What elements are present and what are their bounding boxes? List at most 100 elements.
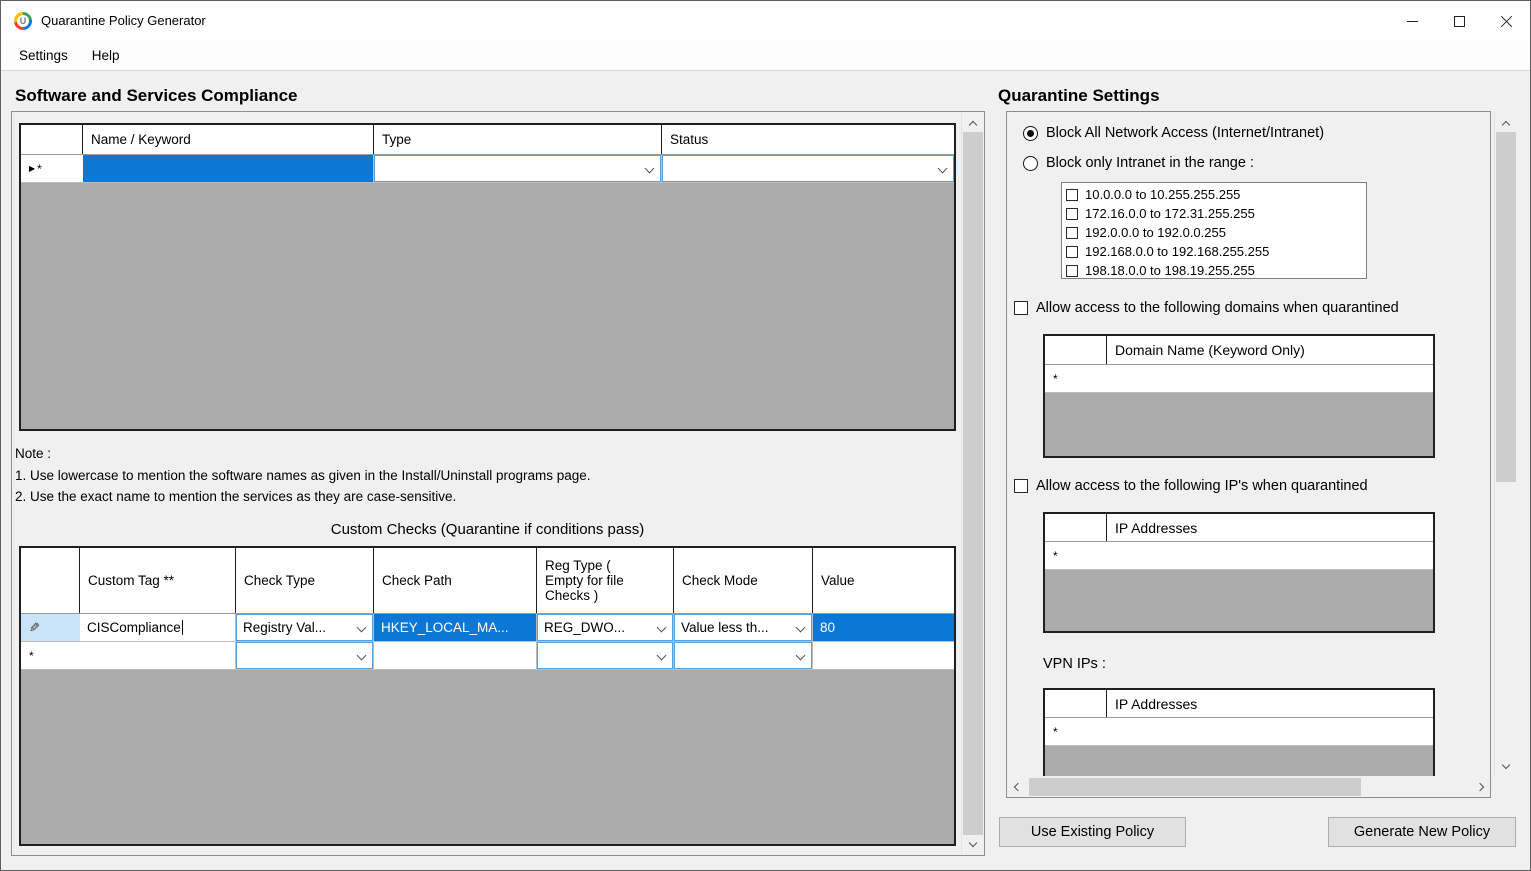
check-type-dropdown-empty[interactable] [236,642,373,669]
use-existing-policy-button[interactable]: Use Existing Policy [999,817,1186,847]
menu-help[interactable]: Help [80,41,132,70]
software-grid-header-name[interactable]: Name / Keyword [83,125,374,154]
check-type-cell-empty [236,642,374,669]
allow-ips-checkbox[interactable]: Allow access to the following IP's when … [1014,478,1368,494]
custom-grid-header-check-type[interactable]: Check Type [236,548,374,613]
custom-grid-header-value[interactable]: Value [813,548,954,613]
software-grid-header-type[interactable]: Type [374,125,662,154]
domain-grid-header[interactable]: Domain Name (Keyword Only) [1107,336,1433,364]
custom-grid-header-row: Custom Tag ** Check Type Check Path Reg … [21,548,954,614]
checkbox-icon [1066,245,1078,258]
domain-grid-new-row: * [1045,365,1433,393]
chevron-down-icon [656,650,667,661]
left-scrollbar-thumb[interactable] [963,132,983,835]
domain-grid-row-header[interactable]: * [1045,365,1107,392]
minimize-button[interactable] [1389,1,1436,41]
software-status-dropdown[interactable] [662,155,954,182]
maximize-button[interactable] [1436,1,1483,41]
vpn-ip-cell[interactable] [1107,718,1433,745]
check-mode-dropdown[interactable]: Value less th... [674,614,812,641]
check-path-cell-empty[interactable] [374,642,537,669]
reg-type-dropdown[interactable]: REG_DWO... [537,614,673,641]
note-label: Note : [15,446,52,461]
vpn-grid-corner-header [1045,690,1107,717]
software-type-dropdown[interactable] [374,155,661,182]
check-mode-dropdown-empty[interactable] [674,642,812,669]
current-row-icon: ▶ [29,164,36,173]
radio-unselected-icon [1023,155,1038,171]
value-cell[interactable]: 80 [813,614,954,641]
checkbox-icon [1066,264,1078,277]
chevron-left-icon [1013,782,1022,792]
minimize-icon [1407,20,1418,22]
scroll-left-button[interactable] [1007,777,1025,797]
custom-grid-header-check-mode[interactable]: Check Mode [674,548,813,613]
ip-range-item-3[interactable]: 192.168.0.0 to 192.168.255.255 [1066,242,1366,261]
text-caret [181,620,183,635]
note-line-2: 2. Use the exact name to mention the ser… [15,489,457,504]
domain-name-cell[interactable] [1107,365,1433,392]
ip-range-item-2[interactable]: 192.0.0.0 to 192.0.0.255 [1066,223,1366,242]
scroll-down-button[interactable] [962,835,984,854]
note-block: Note : 1. Use lowercase to mention the s… [15,443,591,508]
check-type-dropdown[interactable]: Registry Val... [236,614,373,641]
close-button[interactable] [1483,1,1530,41]
software-grid-header-row: Name / Keyword Type Status [21,125,954,155]
allowed-ip-grid: IP Addresses * [1043,512,1435,633]
scroll-up-button[interactable] [962,113,984,132]
reg-type-cell-empty [537,642,674,669]
custom-tag-cell[interactable]: CISCompliance [80,614,236,641]
custom-grid-corner-header [21,548,80,613]
custom-grid-new-row-header[interactable]: * [21,642,80,669]
ip-range-item-0[interactable]: 10.0.0.0 to 10.255.255.255 [1066,185,1366,204]
allow-domains-checkbox[interactable]: Allow access to the following domains wh… [1014,300,1399,316]
allow-domains-label: Allow access to the following domains wh… [1036,300,1399,316]
ip-grid-empty-area [1045,570,1433,631]
app-window: Quarantine Policy Generator Settings Hel… [0,0,1531,871]
vpn-grid-row-header[interactable]: * [1045,718,1107,745]
checkbox-icon [1014,301,1028,315]
software-grid-empty-area [21,183,954,429]
radio-block-intranet-range[interactable]: Block only Intranet in the range : [1023,155,1254,171]
chevron-down-icon [968,838,978,847]
scroll-down-button[interactable] [1495,757,1517,776]
horizontal-scrollbar-thumb[interactable] [1029,778,1361,796]
checkbox-icon [1066,188,1078,201]
software-grid-header-status[interactable]: Status [662,125,954,154]
ip-grid-new-row: * [1045,542,1433,570]
vpn-grid-header[interactable]: IP Addresses [1107,690,1433,717]
custom-tag-cell-empty[interactable] [80,642,236,669]
ip-range-item-4[interactable]: 198.18.0.0 to 198.19.255.255 [1066,261,1366,280]
menu-settings[interactable]: Settings [7,41,80,70]
check-path-cell[interactable]: HKEY_LOCAL_MA... [374,614,537,641]
custom-grid-new-row: * [21,642,954,670]
ip-grid-row-header[interactable]: * [1045,542,1107,569]
new-row-icon: * [29,648,34,663]
custom-checks-grid: Custom Tag ** Check Type Check Path Reg … [19,546,956,846]
reg-type-dropdown-empty[interactable] [537,642,673,669]
software-name-cell[interactable] [83,155,374,182]
software-grid-row-header[interactable]: ▶ * [21,155,83,182]
chevron-down-icon [644,163,655,174]
right-scrollbar-thumb[interactable] [1496,132,1516,482]
value-cell-empty[interactable] [813,642,954,669]
scroll-up-button[interactable] [1495,113,1517,132]
ip-address-cell[interactable] [1107,542,1433,569]
custom-grid-header-tag[interactable]: Custom Tag ** [80,548,236,613]
menu-bar: Settings Help [1,41,1530,71]
chevron-down-icon [656,622,667,633]
scroll-right-button[interactable] [1472,777,1490,797]
ip-grid-header[interactable]: IP Addresses [1107,514,1433,541]
custom-grid-header-check-path[interactable]: Check Path [374,548,537,613]
domain-grid-header-row: Domain Name (Keyword Only) [1045,336,1433,365]
check-mode-cell-empty [674,642,813,669]
custom-checks-title: Custom Checks (Quarantine if conditions … [330,521,645,538]
right-section-heading: Quarantine Settings [998,86,1160,105]
custom-grid-row1-header[interactable]: ✎ [21,614,80,641]
chevron-down-icon [356,650,367,661]
custom-grid-header-reg-type[interactable]: Reg Type ( Empty for file Checks ) [537,548,674,613]
radio-block-all-network[interactable]: Block All Network Access (Internet/Intra… [1023,125,1324,141]
ip-range-item-1[interactable]: 172.16.0.0 to 172.31.255.255 [1066,204,1366,223]
edit-pencil-icon: ✎ [29,619,40,635]
generate-new-policy-button[interactable]: Generate New Policy [1328,817,1516,847]
